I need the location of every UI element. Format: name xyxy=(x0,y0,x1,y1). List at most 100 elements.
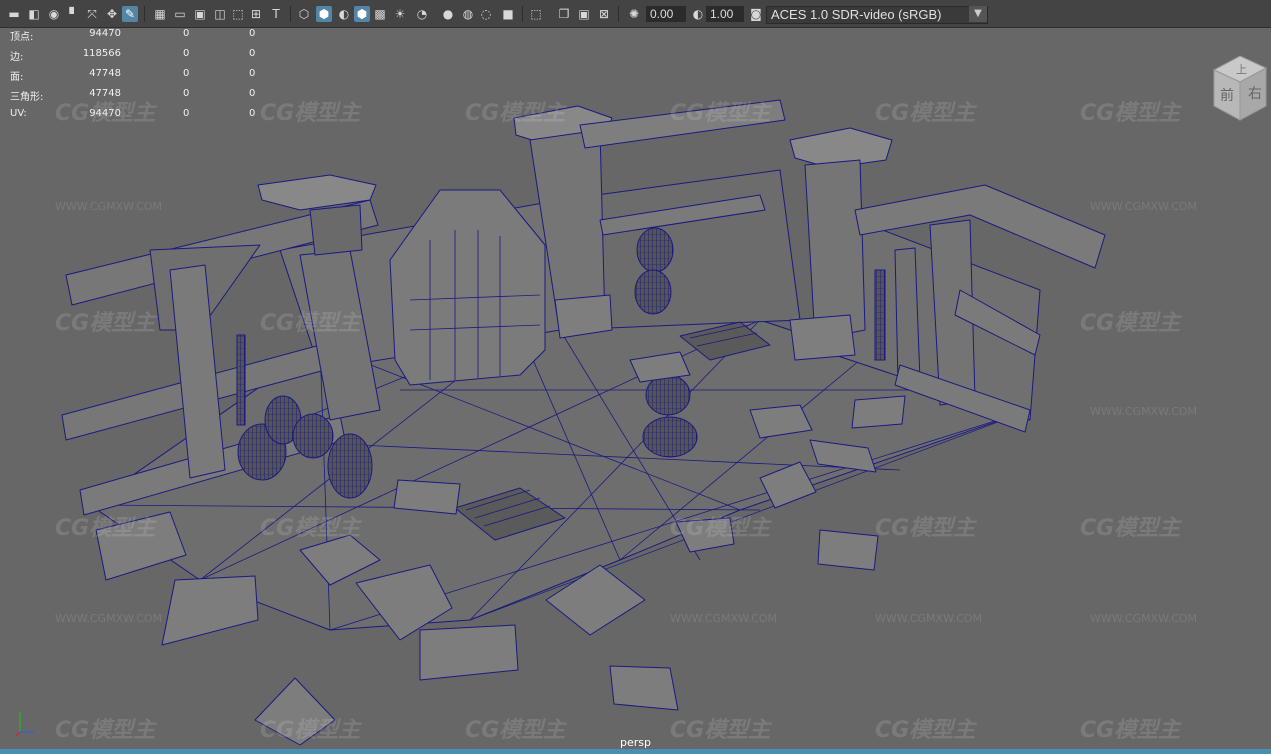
watermark-url: WWW.CGMXW.COM xyxy=(1090,405,1198,418)
camera-select-icon[interactable]: ▬ xyxy=(6,6,22,22)
backface-culling-icon[interactable]: ⊠ xyxy=(596,6,612,22)
color-space-select[interactable]: ACES 1.0 SDR-video (sRGB) xyxy=(766,6,988,24)
pencil-draw-icon[interactable]: ✎ xyxy=(122,6,138,22)
shaded-icon[interactable]: ⬢ xyxy=(316,6,332,22)
camera-attributes-icon[interactable]: ◧ xyxy=(26,6,42,22)
hud-value: 0 xyxy=(183,28,190,39)
panel-toolbar: ▬ ◧ ◉ ▘ ⤧ ✥ ✎ ▦ ▭ ▣ ◫ ⬚ ⊞ T ⬡ ⬢ ◐ ⬢ ▩ ☀ … xyxy=(0,0,1271,28)
hud-value: 0 xyxy=(249,48,256,59)
color-management-icon[interactable]: ◙ xyxy=(748,6,764,22)
depth-of-field-icon[interactable]: ■ xyxy=(500,6,516,22)
watermark: CG模型主 xyxy=(1080,516,1181,541)
watermark: CG模型主 xyxy=(465,101,566,126)
hud-label: 面: xyxy=(10,72,24,83)
watermark: CG模型主 xyxy=(1080,311,1181,336)
viewcube[interactable]: 上 前 右 xyxy=(1210,52,1268,124)
floor-tile xyxy=(393,479,461,515)
two-d-pan-zoom-icon[interactable]: ⤧ xyxy=(84,6,100,22)
hud-row-uvs: UV: 94470 0 0 xyxy=(0,108,270,122)
resolution-gate-icon[interactable]: ▣ xyxy=(192,6,208,22)
watermark-url: WWW.CGMXW.COM xyxy=(55,200,163,213)
viewcube-front-label: 前 xyxy=(1220,87,1234,104)
toolbar-divider xyxy=(618,6,619,22)
toolbar-divider xyxy=(290,6,291,22)
chain-right xyxy=(874,269,886,361)
barrel xyxy=(636,227,674,273)
motion-blur-icon[interactable]: ◍ xyxy=(460,6,476,22)
chain-left xyxy=(236,334,246,426)
hud-value: 0 xyxy=(183,88,190,99)
hud-value: 47748 xyxy=(89,68,121,79)
floor-tile xyxy=(817,529,879,571)
grease-pencil-icon[interactable]: ✥ xyxy=(104,6,120,22)
safe-title-icon[interactable]: T xyxy=(268,6,284,22)
hud-label: 三角形: xyxy=(10,92,44,103)
viewcube-top-label: 上 xyxy=(1236,63,1247,76)
barrel xyxy=(327,433,373,499)
maya-viewport-window: ▬ ◧ ◉ ▘ ⤧ ✥ ✎ ▦ ▭ ▣ ◫ ⬚ ⊞ T ⬡ ⬢ ◐ ⬢ ▩ ☀ … xyxy=(0,0,1271,754)
watermark: CG模型主 xyxy=(875,101,976,126)
watermark: CG模型主 xyxy=(875,516,976,541)
pillar-center-base xyxy=(554,294,613,339)
barrel xyxy=(292,413,334,459)
pillar-lamp-left xyxy=(309,204,363,256)
safe-action-icon[interactable]: ⊞ xyxy=(248,6,264,22)
hud-label: 边: xyxy=(10,52,24,63)
field-chart-icon[interactable]: ⬚ xyxy=(230,6,246,22)
shadows-icon[interactable]: ◔ xyxy=(414,6,430,22)
exposure-field[interactable]: 0.00 xyxy=(646,6,686,22)
grid-icon[interactable]: ▦ xyxy=(152,6,168,22)
hud-row-triangles: 三角形: 47748 0 0 xyxy=(0,88,270,103)
barrel xyxy=(634,269,672,315)
hud-value: 0 xyxy=(183,48,190,59)
hud-label: UV: xyxy=(10,108,27,119)
pillar-right xyxy=(804,159,866,341)
toolbar-divider xyxy=(144,6,145,22)
hud-label: 顶点: xyxy=(10,32,34,43)
hud-row-edges: 边: 118566 0 0 xyxy=(0,48,270,63)
gamma-field[interactable]: 1.00 xyxy=(706,6,744,22)
xray-active-icon[interactable]: ▣ xyxy=(576,6,592,22)
axis-gizmo xyxy=(15,712,34,737)
watermark-url: WWW.CGMXW.COM xyxy=(1090,612,1198,625)
gate-mask-icon[interactable]: ◫ xyxy=(212,6,228,22)
image-plane-icon[interactable]: ▘ xyxy=(66,6,82,22)
hud-row-vertices: 顶点: 94470 0 0 xyxy=(0,28,270,43)
xray-icon[interactable]: ▩ xyxy=(372,6,388,22)
right-post-side xyxy=(894,247,921,383)
camera-name-label: persp xyxy=(620,736,651,749)
isolate-select-icon[interactable]: ⬚ xyxy=(528,6,544,22)
xray-joints-icon[interactable]: ❐ xyxy=(556,6,572,22)
watermark: CG模型主 xyxy=(1080,101,1181,126)
poly-count-hud: 顶点: 94470 0 0 边: 118566 0 0 面: 47748 0 0… xyxy=(0,28,270,123)
toolbar-divider xyxy=(522,6,523,22)
watermark-url: WWW.CGMXW.COM xyxy=(875,612,983,625)
floor-tile xyxy=(851,395,906,429)
hud-value: 94470 xyxy=(89,108,121,119)
hud-value: 0 xyxy=(249,68,256,79)
viewport-border xyxy=(0,749,1271,754)
wireframe-on-shaded-icon[interactable]: ⬢ xyxy=(354,6,370,22)
watermark: CG模型主 xyxy=(55,516,156,541)
hud-value: 0 xyxy=(183,108,190,119)
gamma-icon[interactable]: ◐ xyxy=(690,6,706,22)
viewport-scene[interactable] xyxy=(0,28,1271,749)
watermark: CG模型主 xyxy=(670,101,771,126)
watermark: CG模型主 xyxy=(670,516,771,541)
hud-value: 0 xyxy=(249,108,256,119)
floor-tile xyxy=(161,575,259,646)
textured-icon[interactable]: ◐ xyxy=(336,6,352,22)
ambient-occlusion-icon[interactable]: ● xyxy=(440,6,456,22)
barrel xyxy=(645,374,691,416)
exposure-icon[interactable]: ✺ xyxy=(626,6,642,22)
hud-value: 0 xyxy=(183,68,190,79)
wireframe-icon[interactable]: ⬡ xyxy=(296,6,312,22)
barrel xyxy=(642,416,698,458)
chevron-down-icon[interactable]: ▼ xyxy=(969,6,987,22)
watermark: CG模型主 xyxy=(260,516,361,541)
lighting-icon[interactable]: ☀ xyxy=(392,6,408,22)
anti-aliasing-icon[interactable]: ◌ xyxy=(478,6,494,22)
hud-row-faces: 面: 47748 0 0 xyxy=(0,68,270,83)
film-gate-icon[interactable]: ▭ xyxy=(172,6,188,22)
bookmark-camera-icon[interactable]: ◉ xyxy=(46,6,62,22)
